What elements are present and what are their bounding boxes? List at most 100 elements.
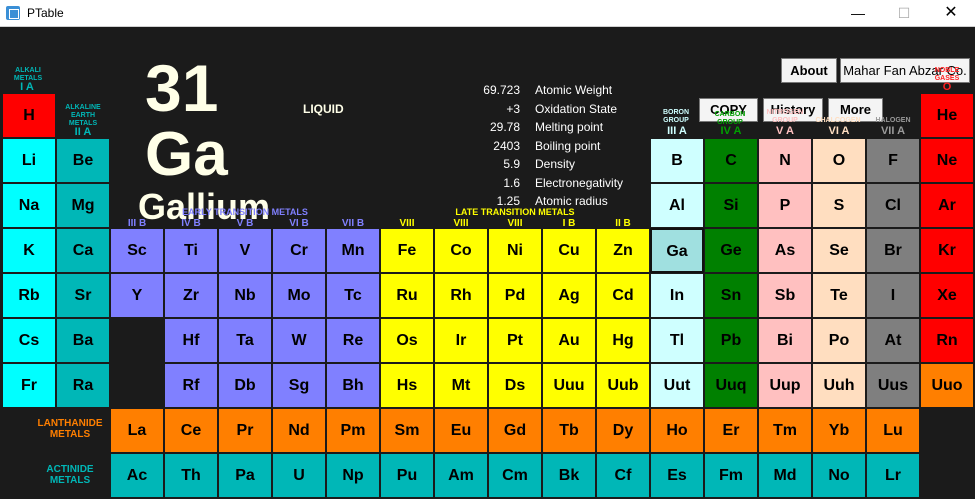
element-bh[interactable]: Bh: [326, 363, 380, 408]
element-u[interactable]: U: [272, 453, 326, 498]
element-pa[interactable]: Pa: [218, 453, 272, 498]
element-ba[interactable]: Ba: [56, 318, 110, 363]
element-sr[interactable]: Sr: [56, 273, 110, 318]
element-dy[interactable]: Dy: [596, 408, 650, 453]
element-rn[interactable]: Rn: [920, 318, 974, 363]
element-no[interactable]: No: [812, 453, 866, 498]
element-uuo[interactable]: Uuo: [920, 363, 974, 408]
element-kr[interactable]: Kr: [920, 228, 974, 273]
element-md[interactable]: Md: [758, 453, 812, 498]
element-cr[interactable]: Cr: [272, 228, 326, 273]
element-sb[interactable]: Sb: [758, 273, 812, 318]
element-pm[interactable]: Pm: [326, 408, 380, 453]
element-at[interactable]: At: [866, 318, 920, 363]
element-hs[interactable]: Hs: [380, 363, 434, 408]
element-er[interactable]: Er: [704, 408, 758, 453]
element-mt[interactable]: Mt: [434, 363, 488, 408]
element-ge[interactable]: Ge: [704, 228, 758, 273]
element-ta[interactable]: Ta: [218, 318, 272, 363]
element-os[interactable]: Os: [380, 318, 434, 363]
element-fr[interactable]: Fr: [2, 363, 56, 408]
element-uup[interactable]: Uup: [758, 363, 812, 408]
element-cd[interactable]: Cd: [596, 273, 650, 318]
element-rh[interactable]: Rh: [434, 273, 488, 318]
element-sn[interactable]: Sn: [704, 273, 758, 318]
element-uus[interactable]: Uus: [866, 363, 920, 408]
element-br[interactable]: Br: [866, 228, 920, 273]
element-yb[interactable]: Yb: [812, 408, 866, 453]
maximize-button[interactable]: ☐: [881, 0, 927, 27]
element-v[interactable]: V: [218, 228, 272, 273]
element-pd[interactable]: Pd: [488, 273, 542, 318]
element-lu[interactable]: Lu: [866, 408, 920, 453]
element-ra[interactable]: Ra: [56, 363, 110, 408]
about-button[interactable]: About: [781, 58, 837, 83]
element-cu[interactable]: Cu: [542, 228, 596, 273]
close-button[interactable]: ✕: [928, 0, 974, 27]
element-cs[interactable]: Cs: [2, 318, 56, 363]
element-la[interactable]: La: [110, 408, 164, 453]
element-bk[interactable]: Bk: [542, 453, 596, 498]
element-he[interactable]: He: [920, 93, 974, 138]
element-ar[interactable]: Ar: [920, 183, 974, 228]
element-uuq[interactable]: Uuq: [704, 363, 758, 408]
element-pt[interactable]: Pt: [488, 318, 542, 363]
element-hf[interactable]: Hf: [164, 318, 218, 363]
element-p[interactable]: P: [758, 183, 812, 228]
element-nd[interactable]: Nd: [272, 408, 326, 453]
element-pu[interactable]: Pu: [380, 453, 434, 498]
element-tb[interactable]: Tb: [542, 408, 596, 453]
element-sg[interactable]: Sg: [272, 363, 326, 408]
element-re[interactable]: Re: [326, 318, 380, 363]
element-n[interactable]: N: [758, 138, 812, 183]
element-al[interactable]: Al: [650, 183, 704, 228]
element-cf[interactable]: Cf: [596, 453, 650, 498]
element-c[interactable]: C: [704, 138, 758, 183]
element-ru[interactable]: Ru: [380, 273, 434, 318]
element-rb[interactable]: Rb: [2, 273, 56, 318]
element-uuh[interactable]: Uuh: [812, 363, 866, 408]
element-y[interactable]: Y: [110, 273, 164, 318]
element-eu[interactable]: Eu: [434, 408, 488, 453]
element-fm[interactable]: Fm: [704, 453, 758, 498]
element-ac[interactable]: Ac: [110, 453, 164, 498]
element-ag[interactable]: Ag: [542, 273, 596, 318]
element-f[interactable]: F: [866, 138, 920, 183]
element-h[interactable]: H: [2, 93, 56, 138]
element-zn[interactable]: Zn: [596, 228, 650, 273]
element-li[interactable]: Li: [2, 138, 56, 183]
element-zr[interactable]: Zr: [164, 273, 218, 318]
element-pr[interactable]: Pr: [218, 408, 272, 453]
element-be[interactable]: Be: [56, 138, 110, 183]
element-b[interactable]: B: [650, 138, 704, 183]
element-in[interactable]: In: [650, 273, 704, 318]
element-uuu[interactable]: Uuu: [542, 363, 596, 408]
element-s[interactable]: S: [812, 183, 866, 228]
element-mo[interactable]: Mo: [272, 273, 326, 318]
element-ds[interactable]: Ds: [488, 363, 542, 408]
element-co[interactable]: Co: [434, 228, 488, 273]
element-w[interactable]: W: [272, 318, 326, 363]
element-uub[interactable]: Uub: [596, 363, 650, 408]
element-th[interactable]: Th: [164, 453, 218, 498]
element-mg[interactable]: Mg: [56, 183, 110, 228]
element-i[interactable]: I: [866, 273, 920, 318]
element-sc[interactable]: Sc: [110, 228, 164, 273]
element-tm[interactable]: Tm: [758, 408, 812, 453]
element-ho[interactable]: Ho: [650, 408, 704, 453]
element-gd[interactable]: Gd: [488, 408, 542, 453]
element-ga[interactable]: Ga: [650, 228, 704, 273]
minimize-button[interactable]: —: [835, 0, 881, 27]
element-rf[interactable]: Rf: [164, 363, 218, 408]
element-tc[interactable]: Tc: [326, 273, 380, 318]
element-as[interactable]: As: [758, 228, 812, 273]
element-uut[interactable]: Uut: [650, 363, 704, 408]
element-ce[interactable]: Ce: [164, 408, 218, 453]
element-te[interactable]: Te: [812, 273, 866, 318]
element-na[interactable]: Na: [2, 183, 56, 228]
element-bi[interactable]: Bi: [758, 318, 812, 363]
element-ne[interactable]: Ne: [920, 138, 974, 183]
element-pb[interactable]: Pb: [704, 318, 758, 363]
element-cl[interactable]: Cl: [866, 183, 920, 228]
element-ti[interactable]: Ti: [164, 228, 218, 273]
